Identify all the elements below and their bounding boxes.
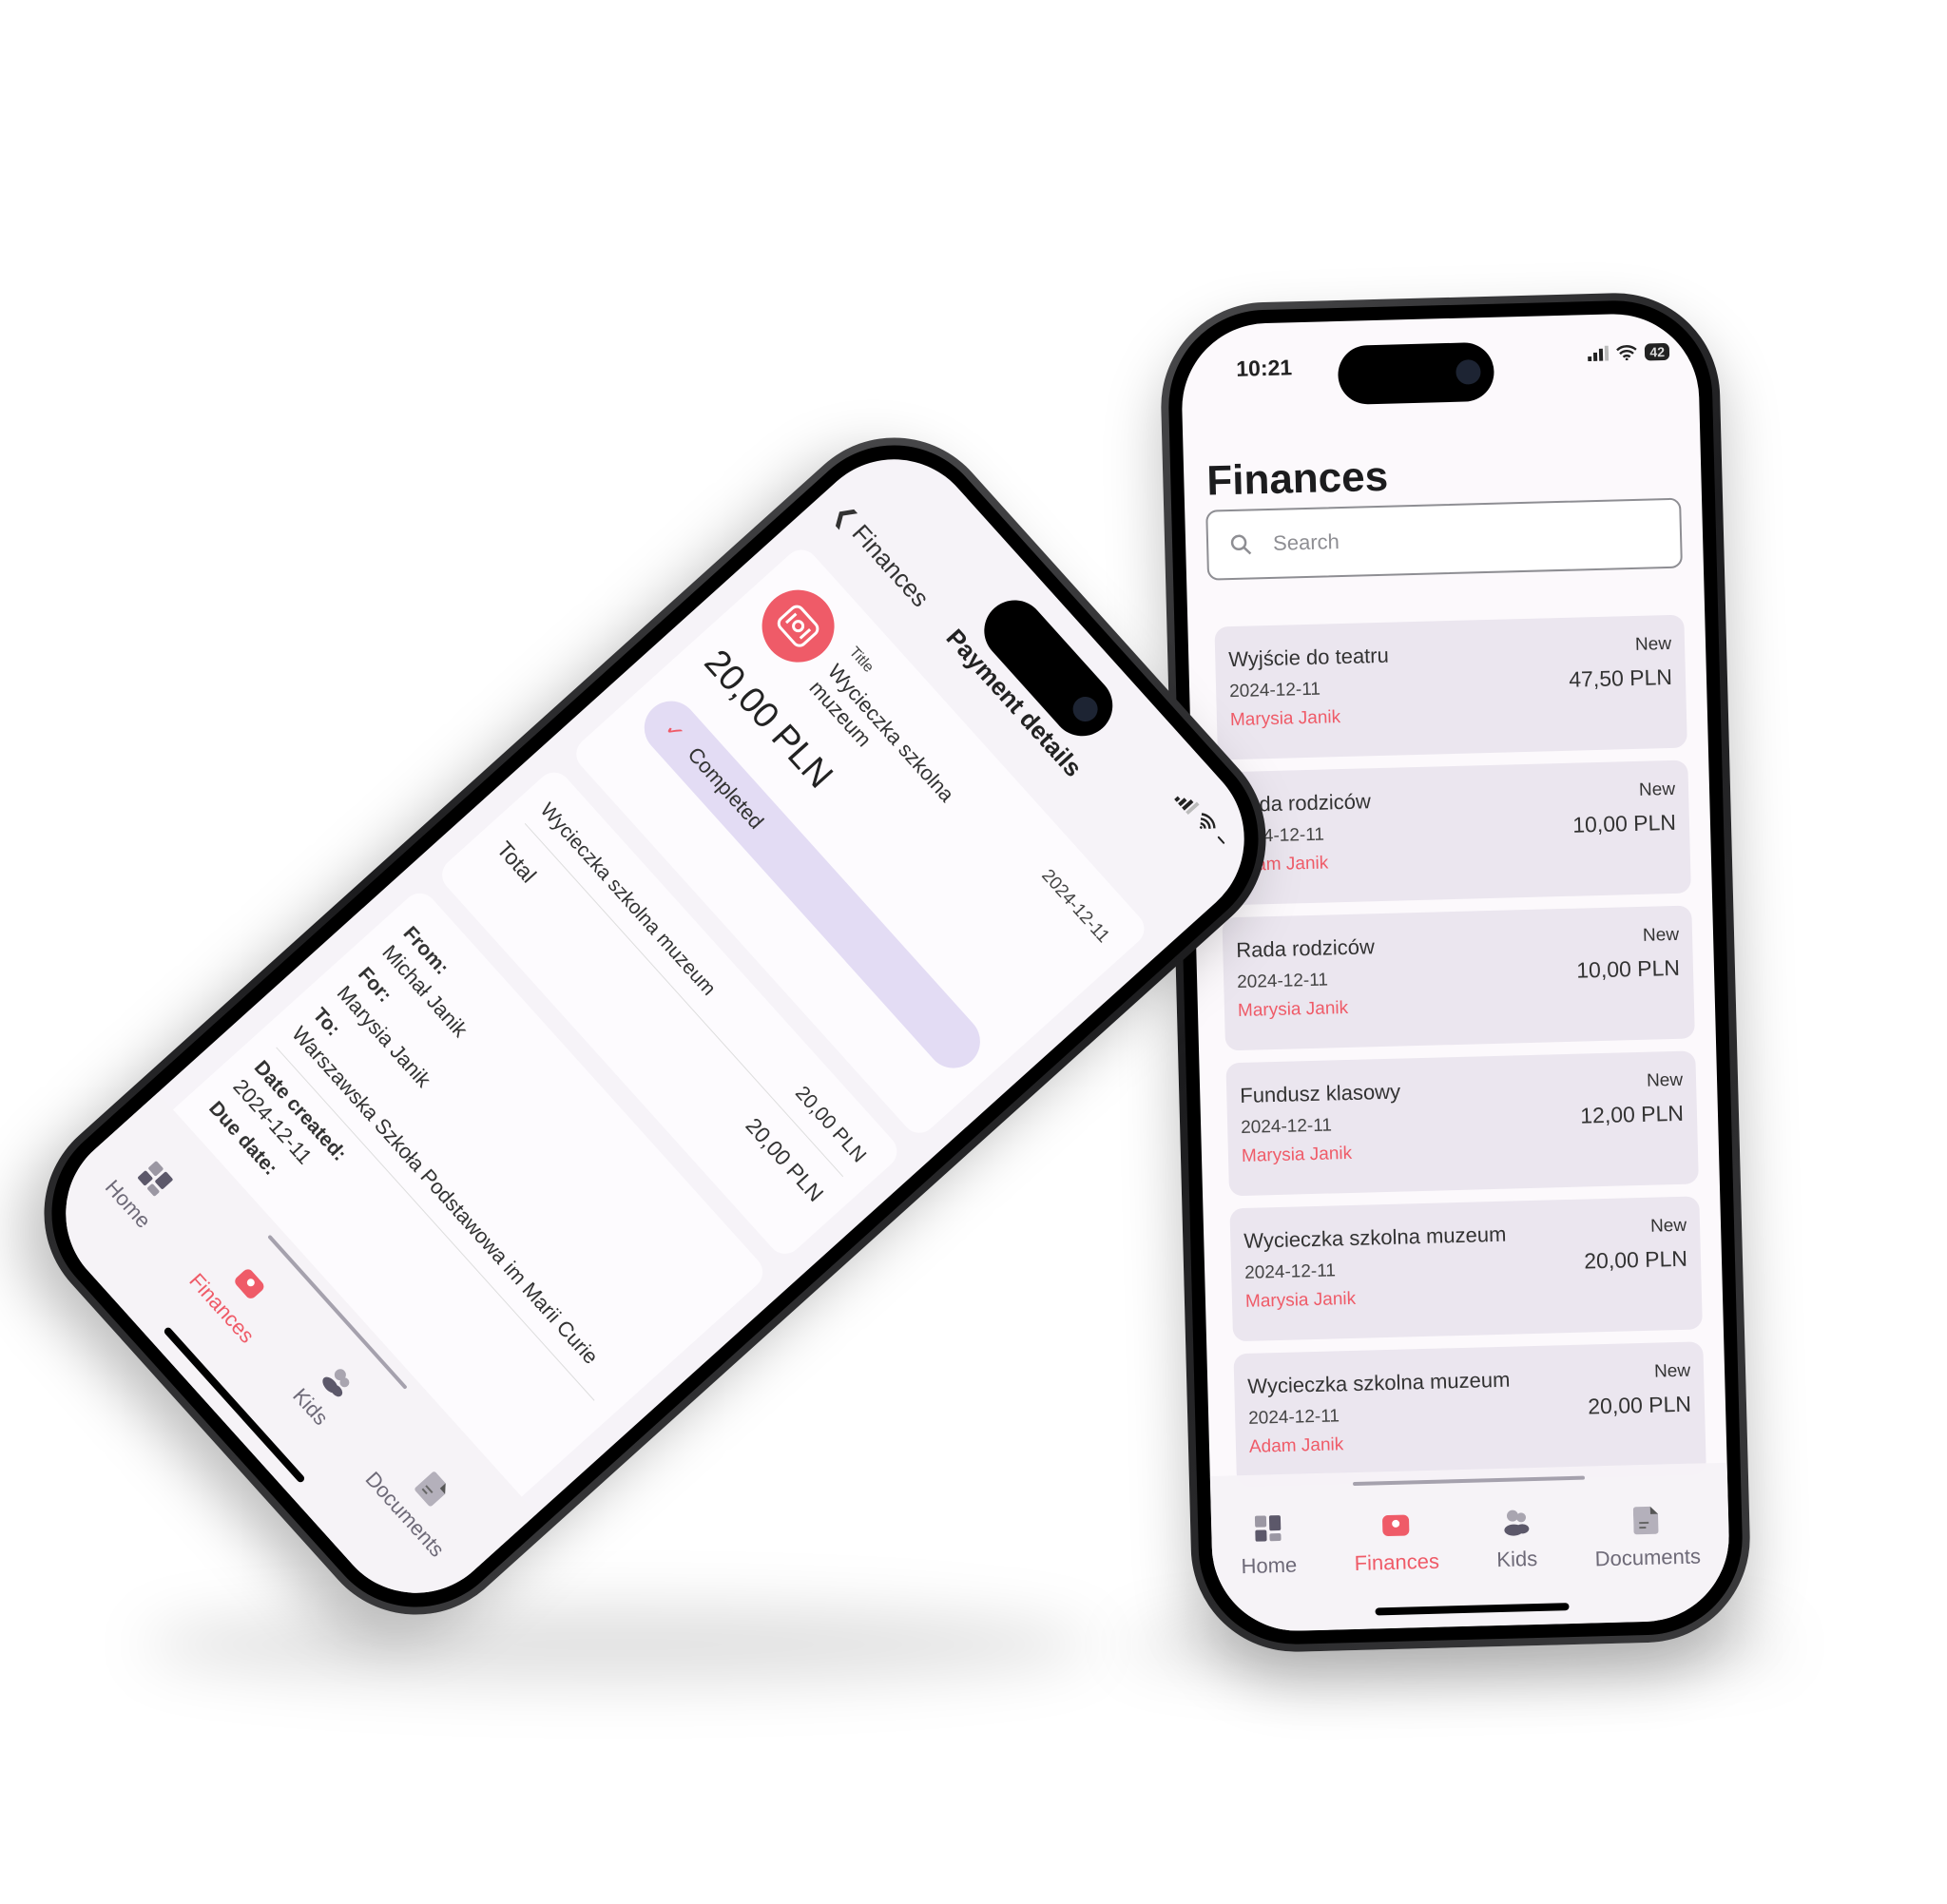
signal-icon xyxy=(1588,345,1610,362)
dynamic-island xyxy=(1337,341,1495,406)
item-kid: Marysia Janik xyxy=(1241,1143,1353,1166)
tab-bar: Home Finances Kids Documents xyxy=(1209,1462,1731,1633)
tab-documents[interactable]: Documents xyxy=(360,1439,480,1562)
line-item-amount: 20,00 PLN xyxy=(790,1082,871,1167)
item-status: New xyxy=(1642,924,1680,946)
battery-icon: 42 xyxy=(1645,342,1670,361)
wifi-icon xyxy=(1199,813,1216,830)
home-grid-icon xyxy=(1253,1514,1282,1548)
payment-list-item[interactable]: Wycieczka szkolna muzeum 2024-12-11 Marysi… xyxy=(1229,1196,1703,1342)
payment-date: 2024-12-11 xyxy=(1037,865,1114,947)
phone-shadow xyxy=(143,1606,1093,1683)
item-amount: 10,00 PLN xyxy=(1571,809,1677,837)
search-icon xyxy=(1230,534,1252,555)
battery-icon xyxy=(1217,836,1225,845)
tab-label: Home xyxy=(1241,1552,1298,1579)
wallet-icon xyxy=(777,605,819,647)
wallet-icon xyxy=(1380,1510,1412,1545)
camera-icon xyxy=(1455,359,1481,385)
total-amount: 20,00 PLN xyxy=(741,1112,829,1206)
home-grid-icon xyxy=(131,1160,175,1203)
home-indicator[interactable] xyxy=(1375,1603,1570,1616)
status-icons xyxy=(1174,789,1230,849)
item-kid: Adam Janik xyxy=(1248,1434,1344,1457)
item-status: New xyxy=(1638,779,1676,800)
tab-finances[interactable]: Finances xyxy=(184,1242,289,1348)
item-amount: 20,00 PLN xyxy=(1587,1391,1692,1419)
item-amount: 10,00 PLN xyxy=(1575,954,1681,983)
phone-finances-list: 10:21 42 Finances Search Wyjście do teat… xyxy=(1158,290,1753,1655)
item-kid: Adam Janik xyxy=(1233,853,1329,876)
item-status: New xyxy=(1646,1069,1684,1091)
tab-documents[interactable]: Documents xyxy=(1593,1503,1701,1571)
home-indicator[interactable] xyxy=(163,1326,306,1484)
item-amount: 20,00 PLN xyxy=(1583,1245,1688,1274)
camera-icon xyxy=(1068,691,1103,727)
check-icon: ✓ xyxy=(660,716,690,746)
item-status: New xyxy=(1653,1360,1691,1382)
document-icon xyxy=(409,1469,453,1512)
phone-payment-details: ❮ Finances Payment details Title Wyciecz… xyxy=(1,394,1309,1658)
item-status: New xyxy=(1634,633,1672,655)
tab-kids[interactable]: Kids xyxy=(287,1357,361,1431)
search-placeholder: Search xyxy=(1272,529,1340,555)
total-label: Total xyxy=(492,836,542,888)
status-label: Completed xyxy=(683,742,769,834)
tab-finances[interactable]: Finances xyxy=(1353,1510,1439,1576)
payment-icon xyxy=(746,574,850,678)
signal-icon xyxy=(1174,796,1200,816)
payment-list-item[interactable]: Fundusz klasowy 2024-12-11 Marysia Janik Ne… xyxy=(1225,1050,1699,1197)
payment-list-item[interactable]: Rada rodziców 2024-12-11 Marysia Janik New 1… xyxy=(1222,905,1695,1051)
document-icon xyxy=(1632,1505,1661,1541)
finances-screen: 10:21 42 Finances Search Wyjście do teat… xyxy=(1180,312,1731,1633)
tab-label: Documents xyxy=(1594,1544,1702,1571)
item-amount: 12,00 PLN xyxy=(1579,1100,1685,1128)
tab-home[interactable]: Home xyxy=(100,1149,184,1233)
item-amount: 47,50 PLN xyxy=(1568,664,1673,692)
tab-home[interactable]: Home xyxy=(1240,1514,1298,1580)
payment-details-screen: ❮ Finances Payment details Title Wyciecz… xyxy=(30,424,1280,1628)
status-time: 10:21 xyxy=(1235,355,1293,381)
item-kid: Marysia Janik xyxy=(1237,997,1349,1022)
payments-list: Wyjście do teatru 2024-12-11 Marysia Janik… xyxy=(1214,614,1706,1500)
item-status: New xyxy=(1649,1215,1687,1237)
kids-icon xyxy=(1500,1508,1532,1542)
item-kid: Marysia Janik xyxy=(1244,1288,1357,1312)
payment-list-item[interactable]: Wyjście do teatru 2024-12-11 Marysia Janik… xyxy=(1214,614,1687,760)
page-title: Finances xyxy=(1205,452,1389,505)
status-icons: 42 xyxy=(1588,342,1670,362)
payment-list-item[interactable]: Rada rodziców 2024-12-11 Adam Janik New 10,0… xyxy=(1218,760,1691,906)
wifi-icon xyxy=(1616,345,1638,361)
scrollbar[interactable] xyxy=(1352,1475,1586,1487)
tab-label: Kids xyxy=(1496,1546,1538,1572)
item-kid: Marysia Janik xyxy=(1229,707,1341,731)
tab-kids[interactable]: Kids xyxy=(1495,1508,1538,1572)
search-input[interactable]: Search xyxy=(1205,497,1683,581)
tab-label: Finances xyxy=(1354,1548,1440,1575)
